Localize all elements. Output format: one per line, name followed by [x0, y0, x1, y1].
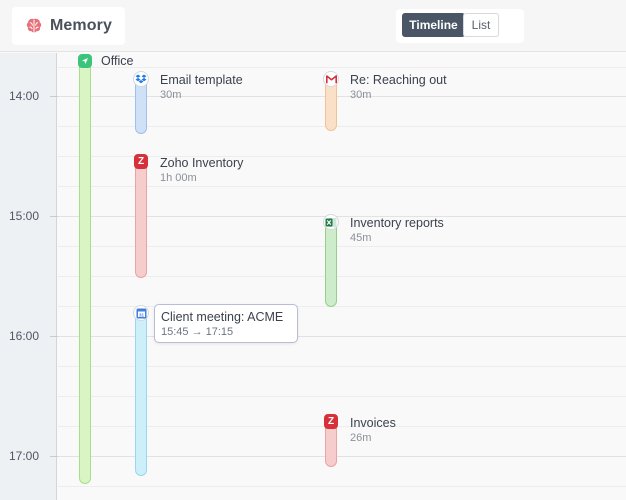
grid-line — [58, 67, 626, 68]
hour-gutter — [0, 53, 57, 500]
event-title[interactable]: Email template — [160, 73, 243, 87]
event-duration: 30m — [160, 89, 182, 101]
dropbox-icon — [133, 71, 149, 87]
app-window: Memory Timeline List 14:00 15:00 16:00 1… — [0, 0, 626, 500]
event-title[interactable]: Office — [101, 54, 133, 68]
brain-icon — [26, 18, 42, 33]
top-bar: Memory Timeline List — [0, 0, 626, 52]
hour-label: 16:00 — [9, 329, 40, 343]
hour-tick — [50, 336, 58, 337]
app-name: Memory — [50, 17, 112, 34]
zoho-icon: Z — [324, 414, 338, 429]
hour-label: 15:00 — [9, 209, 40, 223]
list-tab[interactable]: List — [463, 13, 499, 37]
event-title: Client meeting: ACME — [161, 310, 284, 324]
hour-tick — [50, 216, 58, 217]
gmail-icon — [323, 71, 339, 87]
hour-tick — [50, 96, 58, 97]
event-title[interactable]: Invoices — [350, 416, 396, 430]
timeline-tab[interactable]: Timeline — [402, 13, 465, 37]
zoho-icon: Z — [134, 154, 148, 169]
hour-label: 14:00 — [9, 89, 40, 103]
event-duration: 1h 00m — [160, 172, 197, 184]
event-duration: 26m — [350, 432, 372, 444]
event-duration: 30m — [350, 89, 372, 101]
event-detail-popup[interactable]: Client meeting: ACME 15:45 → 17:15 — [154, 304, 298, 343]
event-title[interactable]: Zoho Inventory — [160, 156, 243, 170]
hour-label: 17:00 — [9, 449, 40, 463]
event-title[interactable]: Inventory reports — [350, 216, 444, 230]
event-bar-client-meeting[interactable] — [135, 308, 147, 476]
view-toggle: Timeline List — [396, 9, 524, 43]
event-bar-zoho-inventory[interactable] — [135, 158, 147, 278]
location-arrow-icon — [78, 54, 92, 68]
event-duration: 45m — [350, 232, 372, 244]
grid-line — [58, 486, 626, 487]
svg-text:31: 31 — [138, 312, 144, 317]
hour-tick — [50, 456, 58, 457]
event-time-range: 15:45 → 17:15 — [161, 326, 234, 338]
calendar-icon: 31 — [133, 305, 149, 321]
excel-icon — [323, 214, 339, 230]
app-logo[interactable]: Memory — [12, 7, 125, 45]
event-bar-inventory-reports[interactable] — [325, 218, 337, 307]
event-title[interactable]: Re: Reaching out — [350, 73, 447, 87]
event-bar-office[interactable] — [79, 58, 91, 484]
